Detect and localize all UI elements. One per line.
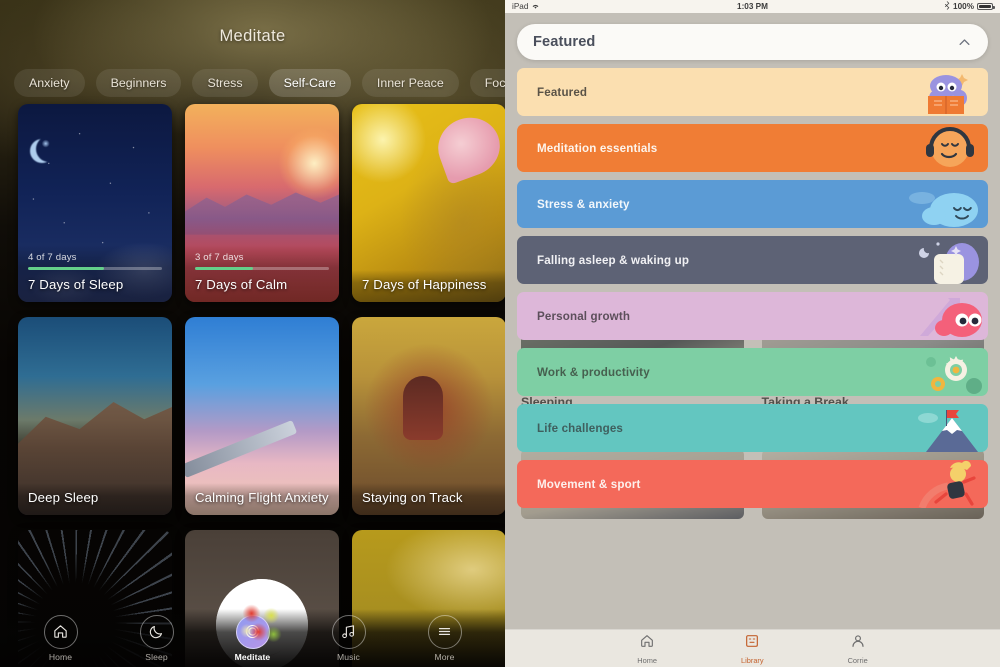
category-label: Falling asleep & waking up	[537, 253, 690, 267]
category-row-falling-asleep-waking-up[interactable]: Falling asleep & waking up	[517, 236, 988, 284]
tab-home[interactable]: Home	[637, 633, 657, 665]
menu-icon	[427, 614, 462, 649]
filter-chip-label: Inner Peace	[376, 76, 444, 90]
pink-blob-arrow-icon	[878, 292, 988, 340]
category-label: Life challenges	[537, 421, 624, 435]
category-row-work-productivity[interactable]: Work & productivity	[517, 348, 988, 396]
ios-status-bar: iPad 1:03 PM 100%	[505, 0, 1000, 13]
filter-chip-inner-peace[interactable]: Inner Peace	[361, 69, 459, 97]
nav-item-label: Music	[337, 651, 360, 662]
category-label: Personal growth	[537, 309, 631, 323]
category-selector[interactable]: Featured	[517, 24, 988, 60]
chevron-up-icon[interactable]	[957, 35, 972, 50]
battery-icon	[977, 2, 995, 11]
card-footer: Deep Sleep	[18, 483, 172, 515]
filter-chip-anxiety[interactable]: Anxiety	[14, 69, 85, 97]
filter-chip-focus[interactable]: Focus	[469, 69, 505, 97]
nav-item-music[interactable]: Music	[318, 614, 380, 662]
filter-chip-beginners[interactable]: Beginners	[95, 69, 182, 97]
card-footer: 3 of 7 days 7 Days of Calm	[185, 245, 339, 302]
right-library-app: iPad 1:03 PM 100% Sleeping3-10 MIN · MED…	[505, 0, 1000, 667]
tab-corrie[interactable]: Corrie	[848, 633, 868, 665]
card-title: 7 Days of Happiness	[362, 277, 487, 292]
nav-item-label: More	[434, 651, 455, 662]
card-title: 7 Days of Calm	[195, 277, 288, 292]
nav-item-sleep[interactable]: Sleep	[126, 614, 188, 662]
card-title: Deep Sleep	[28, 490, 99, 505]
dual-screenshot-stage: Meditate Anxiety Beginners Stress Self-Care…	[0, 0, 1000, 667]
filter-chip-label: Stress	[207, 76, 243, 90]
meditation-card[interactable]: 7 Days of Happiness	[352, 104, 505, 302]
left-meditation-app: Meditate Anxiety Beginners Stress Self-Care…	[0, 0, 505, 667]
card-footer: 7 Days of Happiness	[352, 270, 505, 302]
nav-item-home[interactable]: Home	[30, 614, 92, 662]
card-footer: 4 of 7 days 7 Days of Sleep	[18, 245, 172, 302]
card-progress-label: 4 of 7 days	[28, 252, 77, 264]
card-progress-label: 3 of 7 days	[195, 252, 244, 264]
category-label: Movement & sport	[537, 477, 641, 491]
nav-item-label: Home	[48, 651, 73, 662]
category-row-featured[interactable]: Featured	[517, 68, 988, 116]
meditation-card[interactable]: Calming Flight Anxiety	[185, 317, 339, 515]
tab-library[interactable]: Library	[741, 633, 764, 665]
category-row-movement-sport[interactable]: Movement & sport	[517, 460, 988, 508]
category-selector-value: Featured	[533, 34, 596, 50]
tab-bar[interactable]: Home Library Corrie	[505, 629, 1000, 667]
category-label: Featured	[537, 85, 588, 99]
face-headphones-icon	[878, 124, 988, 172]
meditation-card[interactable]: Deep Sleep	[18, 317, 172, 515]
home-icon	[43, 614, 78, 649]
moon-icon	[139, 614, 174, 649]
category-sheet: Featured Featured Meditation essentials St…	[505, 13, 1000, 508]
home-icon	[639, 633, 655, 654]
category-row-life-challenges[interactable]: Life challenges	[517, 404, 988, 452]
card-progress-bar	[195, 267, 329, 270]
category-label: Meditation essentials	[537, 141, 658, 155]
music-note-icon	[331, 614, 366, 649]
filter-chip-self-care[interactable]: Self-Care	[268, 69, 351, 97]
meditation-card[interactable]: 4 of 7 days 7 Days of Sleep	[18, 104, 172, 302]
card-progress-bar	[28, 267, 162, 270]
category-list: Featured Meditation essentials Stress & an…	[517, 68, 988, 508]
meditation-card-grid: 4 of 7 days 7 Days of Sleep 3 of 7 days 7 D…	[18, 104, 505, 667]
filter-chip-row[interactable]: Anxiety Beginners Stress Self-Care Inner Pea…	[14, 69, 505, 97]
meditation-card[interactable]: 3 of 7 days 7 Days of Calm	[185, 104, 339, 302]
page-title: Meditate	[219, 27, 286, 45]
card-title: 7 Days of Sleep	[28, 277, 124, 292]
runner-icon	[878, 460, 988, 508]
status-time: 1:03 PM	[737, 2, 768, 11]
category-label: Work & productivity	[537, 365, 650, 379]
card-footer: Staying on Track	[352, 483, 505, 515]
category-row-stress-anxiety[interactable]: Stress & anxiety	[517, 180, 988, 228]
gears-icon	[878, 348, 988, 396]
person-icon	[850, 633, 866, 654]
book-icon	[744, 633, 760, 654]
nav-item-label: Sleep	[145, 651, 168, 662]
filter-chip-label: Anxiety	[29, 76, 70, 90]
filter-chip-label: Self-Care	[283, 76, 336, 90]
meditation-card[interactable]: Staying on Track	[352, 317, 505, 515]
filter-chip-stress[interactable]: Stress	[192, 69, 258, 97]
filter-chip-label: Focus	[484, 76, 505, 90]
category-row-meditation-essentials[interactable]: Meditation essentials	[517, 124, 988, 172]
category-label: Stress & anxiety	[537, 197, 630, 211]
tab-label: Corrie	[847, 655, 868, 665]
pillow-moon-icon	[878, 236, 988, 284]
tab-label: Library	[741, 655, 764, 665]
card-title: Staying on Track	[362, 490, 463, 505]
cloud-face-icon	[878, 180, 988, 228]
card-title: Calming Flight Anxiety	[195, 490, 329, 505]
filter-chip-label: Beginners	[110, 76, 167, 90]
mountain-flag-icon	[878, 404, 988, 452]
tab-label: Home	[637, 655, 657, 665]
category-row-personal-growth[interactable]: Personal growth	[517, 292, 988, 340]
blob-reading-book-icon	[878, 68, 988, 116]
card-footer: Calming Flight Anxiety	[185, 483, 339, 515]
nav-item-more[interactable]: More	[414, 614, 476, 662]
